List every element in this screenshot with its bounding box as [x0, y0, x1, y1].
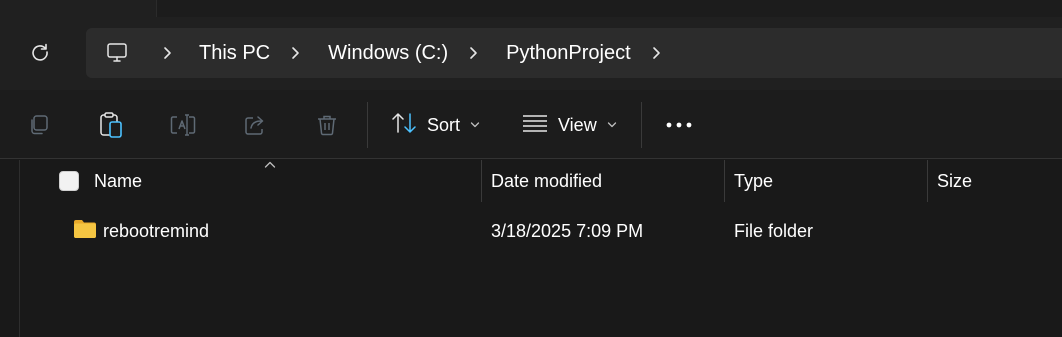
column-header-date-label: Date modified	[491, 170, 603, 191]
chevron-right-icon[interactable]	[290, 46, 302, 60]
sort-label: Sort	[427, 114, 461, 135]
trash-icon[interactable]	[312, 110, 342, 140]
breadcrumb-this-pc[interactable]: This PC	[199, 42, 270, 65]
chevron-right-icon[interactable]	[468, 46, 480, 60]
column-header-type[interactable]: Type	[734, 160, 773, 202]
toolbar-divider	[641, 102, 642, 148]
column-resize-handle[interactable]	[724, 160, 725, 202]
file-row-rebootremind[interactable]: rebootremind 3/18/2025 7:09 PM File fold…	[20, 210, 1062, 252]
title-strip	[0, 0, 1062, 17]
select-all-checkbox[interactable]	[59, 171, 79, 191]
address-bar[interactable]: This PC Windows (C:) PythonProject	[86, 28, 1062, 78]
address-row: This PC Windows (C:) PythonProject	[0, 17, 1062, 90]
column-resize-handle[interactable]	[481, 160, 482, 202]
column-header-size-label: Size	[937, 170, 973, 191]
file-date-modified: 3/18/2025 7:09 PM	[491, 220, 644, 241]
chevron-down-icon	[607, 121, 617, 129]
monitor-icon[interactable]	[105, 41, 129, 65]
column-header-size[interactable]: Size	[937, 160, 972, 202]
file-list: Name Date modified Type Size rebootremin…	[0, 160, 1062, 337]
column-resize-handle[interactable]	[927, 160, 928, 202]
paste-icon[interactable]	[96, 110, 126, 140]
chevron-down-icon	[470, 121, 480, 129]
copy-icon[interactable]	[24, 110, 54, 140]
sort-button[interactable]: Sort	[391, 110, 480, 140]
sort-icon	[391, 111, 417, 140]
breadcrumb-windows-c[interactable]: Windows (C:)	[328, 42, 448, 65]
column-header-type-label: Type	[734, 170, 774, 191]
file-name: rebootremind	[103, 220, 210, 241]
view-label: View	[558, 114, 597, 135]
toolbar-divider	[367, 102, 368, 148]
view-button[interactable]: View	[522, 110, 617, 140]
refresh-icon[interactable]	[24, 36, 56, 68]
tab-strip	[156, 0, 1062, 17]
view-icon	[522, 113, 548, 138]
command-bar: Sort View	[0, 90, 1062, 159]
column-header-name-label: Name	[94, 170, 143, 191]
share-icon[interactable]	[240, 110, 270, 140]
column-header-date-modified[interactable]: Date modified	[491, 160, 602, 202]
file-type: File folder	[734, 220, 814, 241]
more-icon[interactable]	[664, 110, 694, 140]
sort-ascending-icon	[264, 160, 276, 168]
breadcrumb-python-project[interactable]: PythonProject	[506, 42, 631, 65]
chevron-right-icon[interactable]	[162, 46, 174, 60]
folder-icon	[73, 219, 97, 239]
rename-icon[interactable]	[168, 110, 198, 140]
chevron-right-icon[interactable]	[651, 46, 663, 60]
column-header-name[interactable]: Name	[94, 160, 142, 202]
